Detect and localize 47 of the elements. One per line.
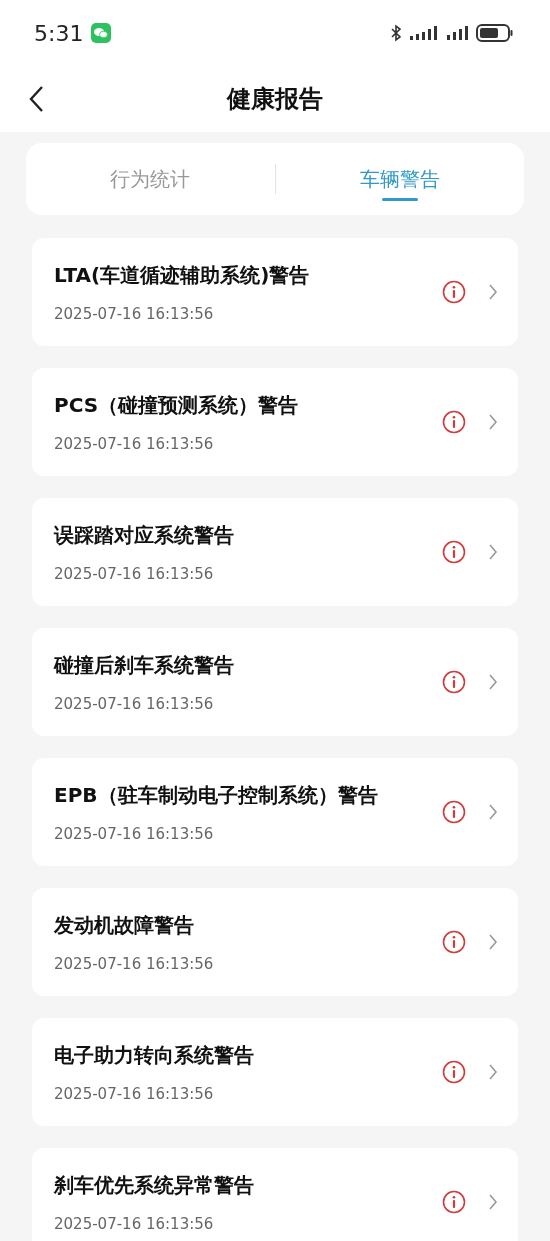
warning-time: 2025-07-16 16:13:56	[54, 824, 215, 843]
chevron-icon	[488, 283, 498, 301]
warning-card[interactable]: 发动机故障警告 2025-07-16 16:13:56	[32, 888, 518, 996]
info-icon	[442, 930, 466, 954]
chevron-icon	[488, 673, 498, 691]
warning-card[interactable]: 误踩踏对应系统警告 2025-07-16 16:13:56	[32, 498, 518, 606]
warning-time: 2025-07-16 16:13:56	[54, 1214, 215, 1233]
warning-time: 2025-07-16 16:13:56	[54, 304, 215, 323]
status-time: 5:31	[34, 20, 84, 46]
warning-title: PCS（碰撞预测系统）警告	[54, 391, 300, 419]
warning-title: 刹车优先系统异常警告	[54, 1171, 255, 1199]
chevron-icon	[488, 1193, 498, 1211]
battery-icon	[476, 23, 514, 43]
signal-icon	[408, 25, 440, 41]
warning-card[interactable]: EPB（驻车制动电子控制系统）警告 2025-07-16 16:13:56	[32, 758, 518, 866]
chevron-icon	[488, 933, 498, 951]
warning-title: EPB（驻车制动电子控制系统）警告	[54, 781, 379, 809]
chat-app-icon	[91, 23, 112, 43]
warning-time: 2025-07-16 16:13:56	[54, 954, 215, 973]
warning-title: LTA(车道循迹辅助系统)警告	[54, 261, 311, 289]
warning-time: 2025-07-16 16:13:56	[54, 694, 215, 713]
warning-title: 发动机故障警告	[54, 911, 195, 939]
page-title: 健康报告	[227, 84, 323, 115]
warning-time: 2025-07-16 16:13:56	[54, 564, 215, 583]
info-icon	[442, 670, 466, 694]
info-icon	[442, 540, 466, 564]
signal-icon	[446, 25, 470, 41]
info-icon	[442, 1190, 466, 1214]
chevron-icon	[488, 413, 498, 431]
warning-title: 碰撞后刹车系统警告	[54, 651, 235, 679]
warning-time: 2025-07-16 16:13:56	[54, 1084, 215, 1103]
info-icon	[442, 280, 466, 304]
warning-title: 误踩踏对应系统警告	[54, 521, 235, 549]
info-icon	[442, 410, 466, 434]
bluetooth-icon	[390, 24, 402, 42]
chevron-icon	[488, 543, 498, 561]
info-icon	[442, 1060, 466, 1084]
warning-card[interactable]: PCS（碰撞预测系统）警告 2025-07-16 16:13:56	[32, 368, 518, 476]
warning-title: 电子助力转向系统警告	[54, 1041, 255, 1069]
warning-card[interactable]: LTA(车道循迹辅助系统)警告 2025-07-16 16:13:56	[32, 238, 518, 346]
chevron-icon	[488, 803, 498, 821]
warning-card[interactable]: 电子助力转向系统警告 2025-07-16 16:13:56	[32, 1018, 518, 1126]
chevron-icon	[488, 1063, 498, 1081]
warning-card[interactable]: 碰撞后刹车系统警告 2025-07-16 16:13:56	[32, 628, 518, 736]
info-icon	[442, 800, 466, 824]
warning-time: 2025-07-16 16:13:56	[54, 434, 215, 453]
warning-card[interactable]: 刹车优先系统异常警告 2025-07-16 16:13:56	[32, 1148, 518, 1241]
